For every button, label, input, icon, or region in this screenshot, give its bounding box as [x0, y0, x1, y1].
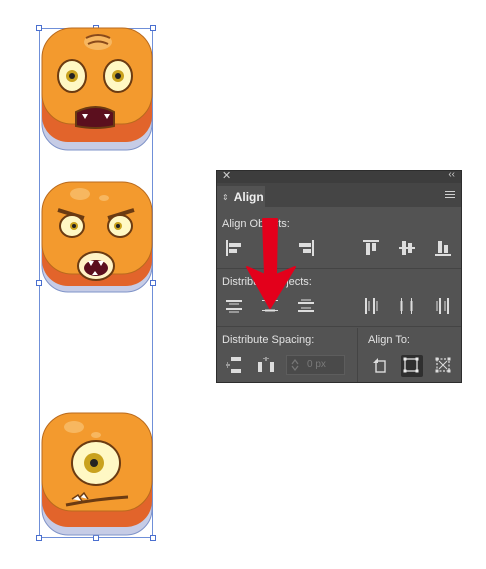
monster-icon-1[interactable]	[38, 26, 156, 158]
horizontal-distribute-right-icon[interactable]	[433, 296, 453, 316]
distribute-spacing-label: Distribute Spacing:	[222, 334, 315, 346]
monster-icon-2[interactable]	[38, 180, 156, 300]
horizontal-distribute-left-icon[interactable]	[361, 296, 381, 316]
vertical-distribute-top-icon[interactable]	[224, 296, 244, 316]
spacing-value-text: 0 px	[307, 359, 326, 370]
tab-align[interactable]: ⇕ Align	[217, 186, 265, 208]
align-to-artboard-icon[interactable]	[370, 355, 390, 375]
vertical-align-top-icon[interactable]	[361, 238, 381, 258]
vertical-distribute-space-icon[interactable]	[224, 355, 244, 375]
horizontal-align-left-icon[interactable]	[224, 238, 244, 258]
section-divider	[357, 328, 358, 382]
vertical-align-bottom-icon[interactable]	[433, 238, 453, 258]
align-to-selection-icon[interactable]	[401, 355, 423, 377]
horizontal-distribute-center-icon[interactable]	[397, 296, 417, 316]
panel-tab-bar: ⇕ Align	[217, 183, 461, 208]
section-divider	[217, 326, 461, 327]
hamburger-menu-icon[interactable]	[445, 189, 455, 201]
vertical-align-center-icon[interactable]	[397, 238, 417, 258]
spacing-value-field[interactable]: 0 px	[286, 355, 345, 375]
horizontal-distribute-space-icon[interactable]	[256, 355, 276, 375]
panel-title-bar[interactable]: ✕ ‹‹	[217, 169, 461, 183]
vertical-distribute-bottom-icon[interactable]	[296, 296, 316, 316]
red-annotation-arrow-icon	[246, 218, 296, 309]
spacing-stepper-icon[interactable]	[291, 358, 299, 379]
horizontal-align-right-icon[interactable]	[296, 238, 316, 258]
tab-align-label: Align	[233, 190, 264, 204]
align-to-key-object-icon[interactable]	[433, 355, 453, 375]
collapse-panel-icon[interactable]: ‹‹	[448, 169, 455, 180]
tab-expand-arrows-icon: ⇕	[222, 192, 229, 202]
monster-icon-3[interactable]	[38, 411, 156, 541]
align-to-label: Align To:	[368, 334, 410, 346]
close-icon[interactable]: ✕	[222, 169, 231, 182]
